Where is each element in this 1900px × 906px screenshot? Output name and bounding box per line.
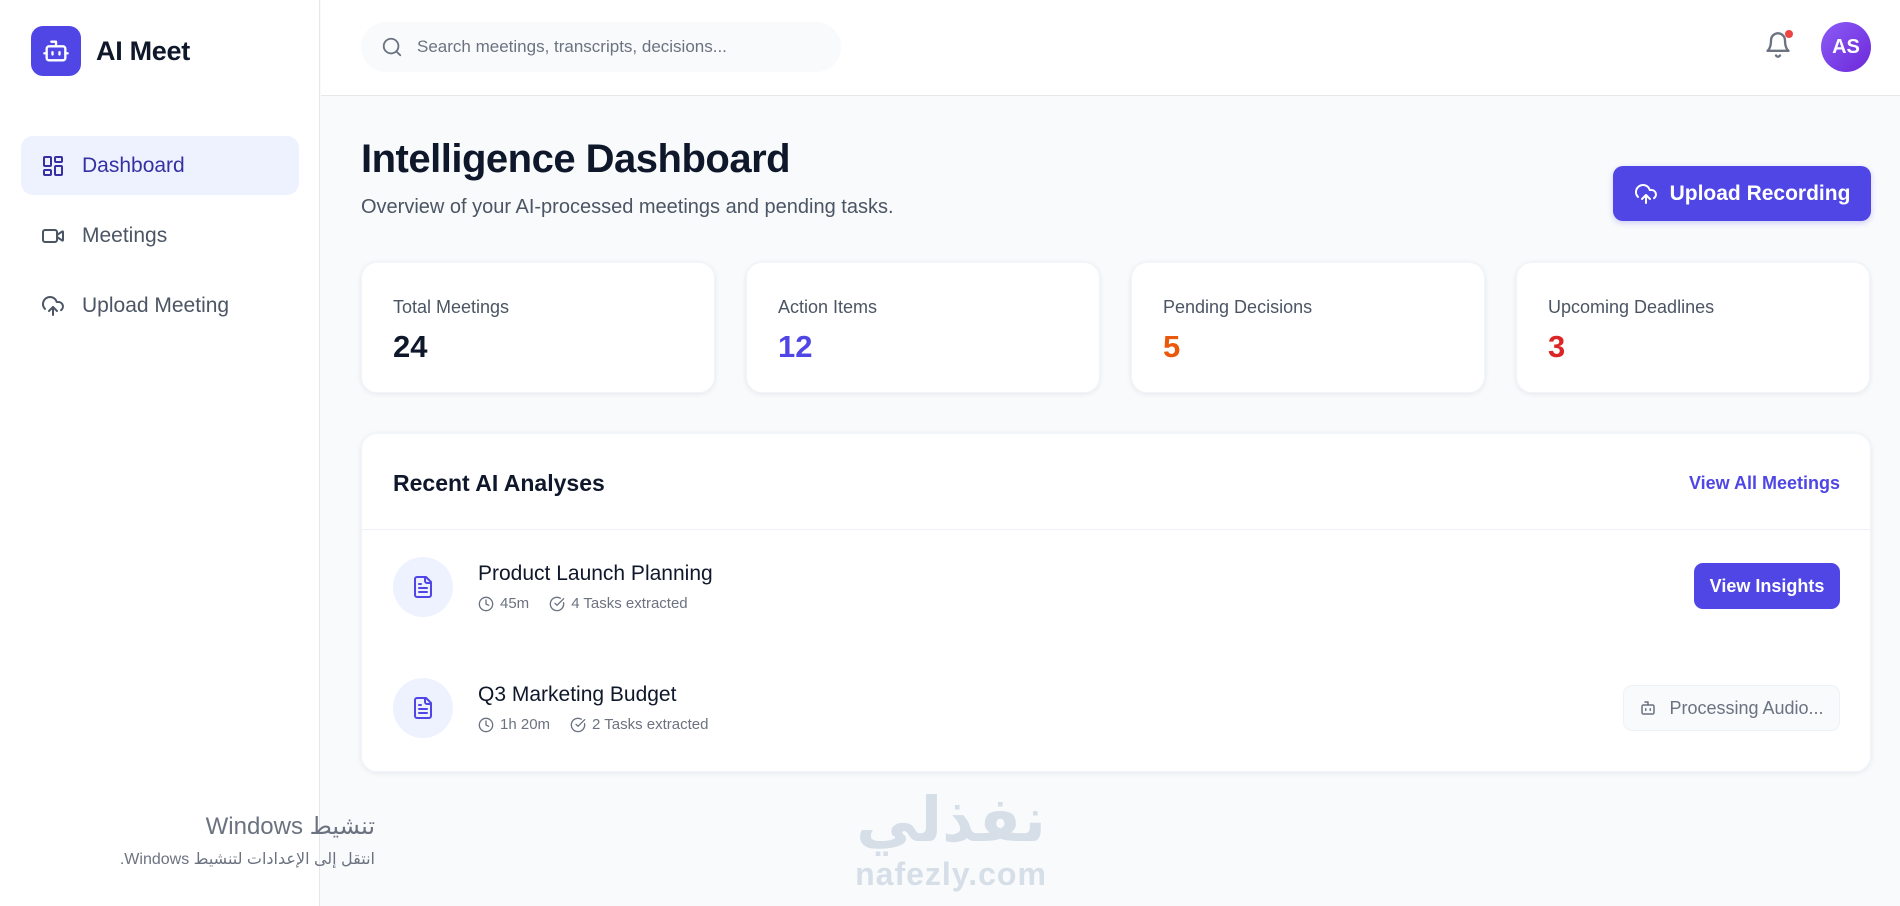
notifications-button[interactable] (1764, 30, 1794, 62)
sidebar-item-label: Upload Meeting (82, 293, 230, 317)
stat-value: 12 (778, 329, 813, 364)
nafezly-watermark: نفذلي nafezly.com (841, 790, 1061, 893)
file-text-icon (393, 557, 453, 617)
panel-header: Recent AI Analyses View All Meetings (362, 434, 1870, 530)
stat-label: Pending Decisions (1163, 297, 1313, 317)
stat-label: Action Items (778, 297, 878, 317)
cloud-upload-icon (1634, 183, 1657, 204)
sidebar: AI Meet Dashboard Meetings Upload Meetin… (0, 0, 375, 906)
robot-icon (31, 26, 81, 76)
clock-icon (478, 596, 494, 611)
windows-activation-hint: انتقل إلى الإعدادات لتنشيط Windows. (119, 851, 375, 868)
sidebar-item-dashboard[interactable]: Dashboard (21, 136, 299, 195)
sidebar-item-meetings[interactable]: Meetings (21, 206, 299, 265)
dashboard-grid-icon (43, 155, 63, 176)
panel-title: Recent AI Analyses (393, 470, 605, 496)
sidebar-item-label: Meetings (82, 223, 168, 247)
meeting-title: Product Launch Planning (478, 562, 713, 585)
topbar: AS (321, 0, 1900, 96)
list-item[interactable]: Q3 Marketing Budget 1h 20m 2 Tasks extra… (362, 651, 1870, 751)
app-name: AI Meet (96, 35, 190, 66)
file-text-icon (393, 678, 453, 738)
upload-recording-label: Upload Recording (1669, 181, 1851, 205)
tasks: 4 Tasks extracted (549, 595, 688, 612)
stat-card-pending-decisions: Pending Decisions 5 (1131, 262, 1485, 393)
duration: 1h 20m (478, 716, 550, 733)
meeting-meta: 45m 4 Tasks extracted (478, 595, 708, 612)
view-insights-button[interactable]: View Insights (1694, 563, 1840, 609)
sidebar-item-label: Dashboard (82, 153, 185, 177)
duration: 45m (478, 595, 529, 612)
search-icon (382, 37, 402, 57)
processing-status: Processing Audio... (1623, 685, 1840, 731)
watermark-latin: nafezly.com (855, 856, 1047, 892)
upload-recording-button[interactable]: Upload Recording (1613, 166, 1871, 221)
processing-label: Processing Audio... (1669, 697, 1824, 718)
windows-activation-title: تنشيط Windows (205, 813, 375, 840)
recent-analyses-panel: Recent AI Analyses View All Meetings Pro… (361, 433, 1871, 772)
windows-activation-watermark: تنشيط Windows انتقل إلى الإعدادات لتنشيط… (0, 812, 375, 869)
duration-value: 1h 20m (500, 716, 551, 733)
stat-card-upcoming-deadlines: Upcoming Deadlines 3 (1516, 262, 1870, 393)
cloud-upload-icon (42, 295, 64, 316)
page-title: Intelligence Dashboard (361, 137, 791, 181)
duration-value: 45m (500, 595, 530, 612)
list-item[interactable]: Product Launch Planning 45m 4 Tasks extr… (362, 530, 1870, 630)
sidebar-nav: Dashboard Meetings Upload Meeting (21, 136, 299, 346)
robot-icon (1641, 701, 1656, 715)
brand[interactable]: AI Meet (31, 26, 190, 76)
watermark-arabic: نفذلي (856, 786, 1046, 855)
stat-value: 24 (393, 329, 428, 364)
meeting-meta: 1h 20m 2 Tasks extracted (478, 716, 729, 733)
stat-card-total-meetings: Total Meetings 24 (361, 262, 715, 393)
search-input[interactable] (417, 37, 817, 57)
avatar[interactable]: AS (1821, 22, 1871, 72)
notification-badge (1785, 30, 1793, 38)
tasks: 2 Tasks extracted (570, 716, 709, 733)
view-all-meetings-link[interactable]: View All Meetings (1689, 473, 1840, 494)
tasks-value: 4 Tasks extracted (571, 595, 688, 612)
search-bar[interactable] (361, 22, 841, 72)
stat-card-action-items: Action Items 12 (746, 262, 1100, 393)
stat-label: Upcoming Deadlines (1548, 297, 1715, 317)
clock-icon (478, 717, 494, 732)
stat-label: Total Meetings (393, 297, 510, 317)
page-subtitle: Overview of your AI-processed meetings a… (361, 196, 894, 218)
video-camera-icon (42, 228, 64, 243)
stat-value: 5 (1163, 329, 1181, 364)
sidebar-item-upload-meeting[interactable]: Upload Meeting (21, 276, 299, 335)
meeting-title: Q3 Marketing Budget (478, 683, 677, 706)
stat-value: 3 (1548, 329, 1566, 364)
tasks-value: 2 Tasks extracted (592, 716, 709, 733)
check-circle-icon (570, 717, 586, 732)
check-circle-icon (549, 596, 565, 611)
